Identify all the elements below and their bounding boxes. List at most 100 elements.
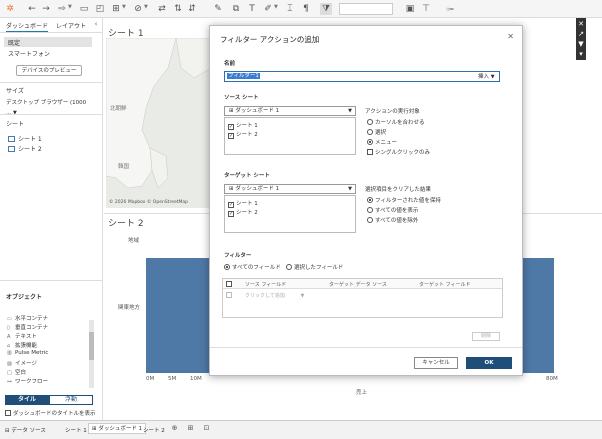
tab-sheet-1[interactable]: シート 1	[62, 425, 90, 435]
radio-selected-icon[interactable]	[367, 139, 373, 145]
object-horizontal-container[interactable]: ▭ 水平コンテナ	[7, 314, 48, 322]
sheet-item-1[interactable]: シート 1	[8, 134, 42, 143]
table-add-row[interactable]: クリックして追加 ▼	[245, 292, 304, 299]
fit-icon[interactable]: ⌶	[284, 3, 296, 15]
swap-icon[interactable]: ⇄	[156, 3, 168, 15]
size-select[interactable]: デスクトップ ブラウザー (1000 ... ▼	[6, 98, 92, 116]
collapse-icon[interactable]: ‹	[90, 18, 102, 30]
filter-icon[interactable]: ▼	[577, 40, 585, 48]
open-icon[interactable]: ↗	[577, 30, 585, 38]
checkbox-checked-icon[interactable]: ✓	[228, 211, 234, 217]
checkbox-checked-icon[interactable]: ✓	[228, 133, 234, 139]
close-icon[interactable]: ✕	[577, 20, 585, 28]
pin-icon[interactable]: ⊤	[420, 3, 432, 15]
single-click-checkbox[interactable]: シングルクリックのみ	[367, 148, 430, 156]
float-button[interactable]: 浮動	[49, 395, 93, 405]
filter-option-selected-fields[interactable]: 選択したフィールド	[286, 263, 343, 271]
map-view[interactable]: 北朝鮮 韓国 © 2026 Mapbox © OpenStreetMap	[106, 38, 211, 208]
clear-option-keep[interactable]: フィルターされた値を保持	[367, 196, 441, 204]
close-icon[interactable]: ✕	[507, 32, 514, 41]
delete-button[interactable]: 削除	[472, 332, 500, 341]
tab-layout[interactable]: レイアウト	[56, 21, 86, 30]
object-vertical-container[interactable]: ▯ 垂直コンテナ	[7, 323, 48, 331]
object-extension[interactable]: ⌂ 拡張機能	[7, 341, 37, 349]
vertical-container-icon: ▯	[7, 325, 10, 331]
radio-selected-icon[interactable]	[224, 264, 230, 270]
sort-asc-icon[interactable]: ⇅	[172, 3, 184, 15]
ok-button[interactable]: OK	[466, 357, 512, 369]
tab-dashboard-1[interactable]: ⊞ ダッシュボード 1	[88, 423, 147, 434]
presentation-icon[interactable]: ▣	[404, 3, 416, 15]
target-sheet-2[interactable]: ✓ シート 2	[228, 208, 258, 217]
new-story-icon[interactable]: ⊡	[202, 424, 211, 433]
chevron-down-icon[interactable]: ▼	[122, 4, 126, 10]
back-icon[interactable]: ←	[26, 3, 38, 15]
target-sheet-1[interactable]: ✓ シート 1	[228, 199, 258, 208]
source-sheet-select[interactable]: ⊞ ダッシュボード 1 ▼	[224, 106, 356, 116]
show-labels-icon[interactable]: ¶	[300, 3, 312, 15]
save-icon[interactable]: ▭	[78, 3, 90, 15]
run-option-select[interactable]: 選択	[367, 128, 386, 136]
x-axis-label: 売上	[356, 390, 368, 396]
cancel-button[interactable]: キャンセル	[414, 357, 458, 369]
name-input[interactable]: フィルター1	[224, 71, 500, 82]
clear-icon[interactable]: ⊘	[132, 3, 144, 15]
chevron-down-icon[interactable]: ▼	[144, 4, 148, 10]
object-text[interactable]: A テキスト	[7, 332, 37, 340]
highlight-icon[interactable]: ✎	[212, 3, 224, 15]
redo-icon[interactable]: ⇨	[56, 3, 68, 15]
show-title-checkbox[interactable]: ダッシュボードのタイトルを表示	[5, 409, 96, 417]
device-preview-button[interactable]: デバイスのプレビュー	[16, 65, 82, 76]
radio-icon[interactable]	[367, 129, 373, 135]
checkbox-icon[interactable]	[226, 281, 232, 287]
new-sheet-icon[interactable]: ⊕	[170, 424, 179, 433]
tab-sheet-2[interactable]: シート 2	[140, 425, 168, 435]
checkbox-icon[interactable]	[226, 292, 232, 298]
x-tick: 5M	[168, 376, 177, 382]
source-sheet-1[interactable]: ✓ シート 1	[228, 121, 258, 130]
filter-option-all-fields[interactable]: すべてのフィールド	[224, 263, 281, 271]
chevron-down-icon[interactable]: ▼	[274, 4, 278, 10]
radio-icon[interactable]	[286, 264, 292, 270]
more-options-icon[interactable]: ▾	[577, 50, 585, 58]
forward-icon[interactable]: →	[40, 3, 52, 15]
checkbox-icon[interactable]	[5, 410, 11, 416]
run-option-hover[interactable]: カーソルを合わせる	[367, 118, 425, 126]
radio-icon[interactable]	[367, 119, 373, 125]
insert-button[interactable]: 挿入 ▼	[478, 72, 495, 80]
share-icon[interactable]: ⩴	[444, 3, 456, 15]
device-default[interactable]: 既定	[4, 37, 92, 47]
sheet-item-2[interactable]: シート 2	[8, 144, 42, 153]
sort-desc-icon[interactable]: ⇵	[186, 3, 198, 15]
format-icon[interactable]: ✐	[262, 3, 274, 15]
new-datasource-icon[interactable]: ◰	[94, 3, 106, 15]
filter-field-table: ソース フィールド ターゲット データ ソース ターゲット フィールド クリック…	[222, 278, 503, 318]
scrollbar-thumb[interactable]	[89, 332, 94, 360]
run-option-menu[interactable]: メニュー	[367, 138, 397, 146]
radio-selected-icon[interactable]	[367, 197, 373, 203]
toolbar-dropdown[interactable]	[339, 3, 393, 15]
clear-option-show-all[interactable]: すべての値を表示	[367, 206, 418, 214]
label-icon[interactable]: T	[246, 3, 258, 15]
objects-scrollbar[interactable]	[89, 320, 94, 388]
tab-datasource[interactable]: ⊟ データ ソース	[2, 425, 49, 435]
tab-dashboard[interactable]: ダッシュボード	[6, 21, 49, 32]
clear-option-exclude-all[interactable]: すべての値を除外	[367, 216, 418, 224]
filter-icon[interactable]: ⧩	[320, 3, 332, 15]
group-icon[interactable]: ⧉	[230, 3, 242, 15]
device-phone[interactable]: スマートフォン	[8, 49, 50, 58]
tile-button[interactable]: タイル	[5, 395, 49, 405]
object-blank[interactable]: □ 空白	[7, 368, 26, 376]
checkbox-icon[interactable]	[367, 149, 373, 155]
new-dashboard-icon[interactable]: ⊞	[186, 424, 195, 433]
object-pulse-metric[interactable]: ▥ Pulse Metric	[7, 350, 48, 356]
radio-icon[interactable]	[367, 217, 373, 223]
chevron-down-icon[interactable]: ▼	[68, 4, 72, 10]
target-sheet-select[interactable]: ⊞ ダッシュボード 1 ▼	[224, 184, 356, 194]
new-sheet-icon[interactable]: ⊞	[110, 3, 122, 15]
object-image[interactable]: ▨ イメージ	[7, 359, 37, 367]
source-sheet-2[interactable]: ✓ シート 2	[228, 130, 258, 139]
object-workflow[interactable]: ⊶ ワークフロー	[7, 377, 48, 385]
divider	[0, 82, 103, 83]
radio-icon[interactable]	[367, 207, 373, 213]
